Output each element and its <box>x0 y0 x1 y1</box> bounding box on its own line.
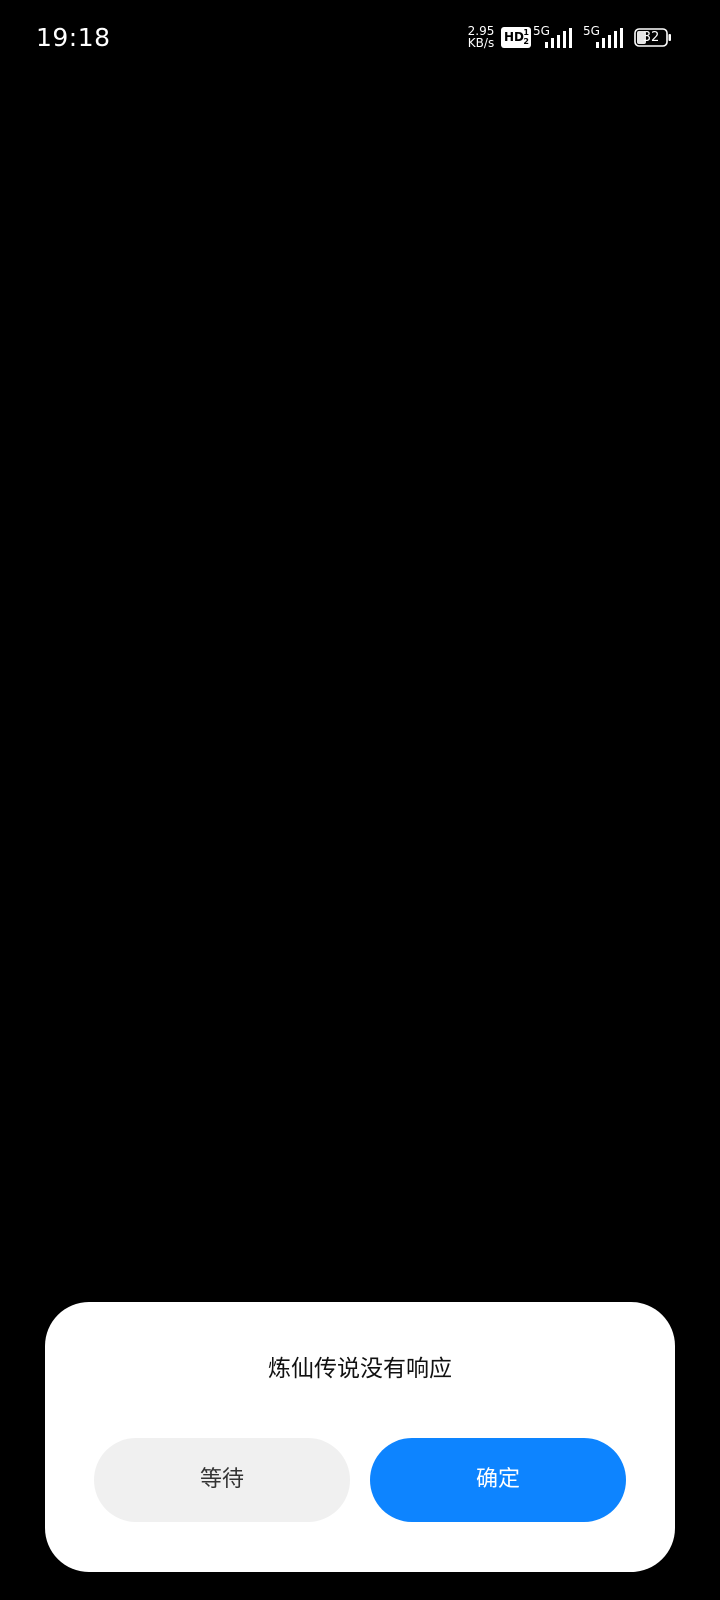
hd-label: HD <box>504 30 525 44</box>
status-bar: 19:18 2.95 KB/s HD 1 2 5G 5G 32 <box>0 0 720 80</box>
hd-fraction: 1 2 <box>523 28 529 46</box>
status-time: 19:18 <box>36 23 111 52</box>
battery-level: 32 <box>642 30 660 45</box>
screen: 19:18 2.95 KB/s HD 1 2 5G 5G 32 炼仙传说没有响应… <box>0 0 720 1600</box>
dialog-title: 炼仙传说没有响应 <box>268 1356 452 1382</box>
network-speed-unit: KB/s <box>467 36 495 50</box>
battery-icon: 32 <box>634 28 672 47</box>
network-speed: 2.95 KB/s <box>463 25 499 49</box>
anr-dialog: 炼仙传说没有响应 等待 确定 <box>45 1302 675 1572</box>
hd-voice-icon: HD 1 2 <box>501 27 531 48</box>
signal-icon <box>545 28 572 48</box>
ok-button[interactable]: 确定 <box>370 1438 626 1522</box>
wait-button[interactable]: 等待 <box>94 1438 350 1522</box>
signal-icon <box>596 28 623 48</box>
